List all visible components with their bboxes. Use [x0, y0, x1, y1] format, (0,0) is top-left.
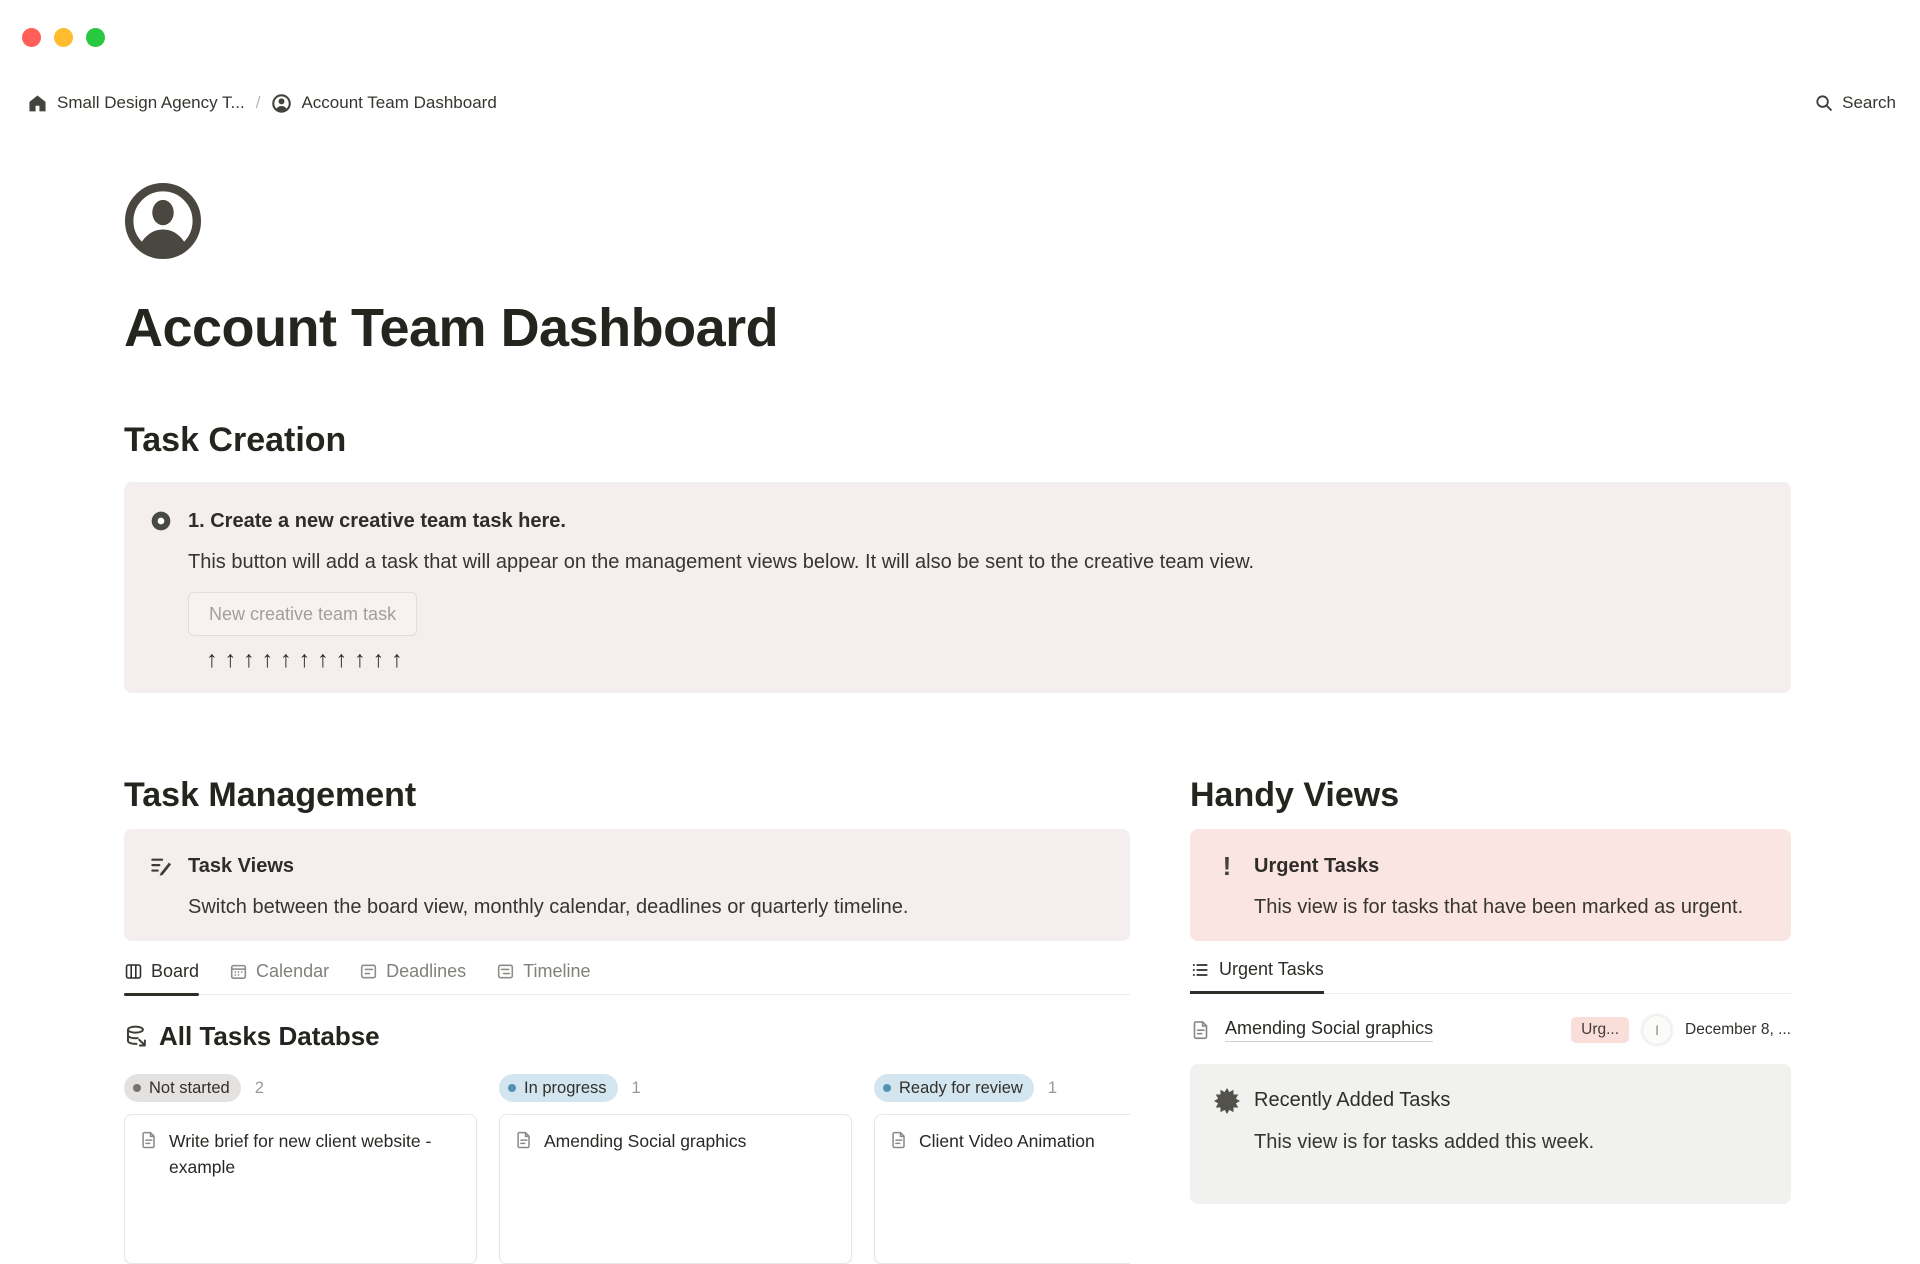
breadcrumb: Small Design Agency T... / Account Team … [27, 93, 497, 114]
urgent-tasks-callout-description: This view is for tasks that have been ma… [1254, 896, 1744, 918]
breadcrumb-workspace[interactable]: Small Design Agency T... [27, 93, 245, 114]
task-creation-callout-description: This button will add a task that will ap… [188, 551, 1255, 573]
handy-views-heading: Handy Views [1190, 776, 1400, 814]
breadcrumb-separator: / [255, 93, 261, 112]
view-tabs: Board Calendar Deadlines Timeline [124, 961, 1130, 996]
breadcrumb-page-label: Account Team Dashboard [301, 93, 497, 112]
task-card-title: Write brief for new client website - exa… [169, 1131, 432, 1177]
due-date: December 8, ... [1685, 1020, 1791, 1038]
zoom-window-button[interactable] [86, 28, 105, 47]
database-icon [124, 1024, 149, 1049]
task-views-title: Task Views [188, 854, 294, 877]
status-dot [508, 1084, 516, 1092]
status-pill-ready-for-review[interactable]: Ready for review [874, 1074, 1034, 1102]
database-title-toggle[interactable]: All Tasks Databse [124, 1021, 1130, 1052]
button-block-icon [148, 508, 174, 534]
breadcrumb-workspace-label: Small Design Agency T... [57, 93, 245, 112]
calendar-icon [229, 962, 248, 981]
person-circle-icon [271, 93, 292, 114]
urgent-task-row: Amending Social graphics Urg... I Decemb… [1190, 1008, 1791, 1052]
board-column-ready-for-review: Ready for review 1 Client Video Animatio… [874, 1074, 1130, 1264]
task-card-title: Client Video Animation [919, 1131, 1095, 1151]
task-views-description: Switch between the board view, monthly c… [188, 896, 909, 918]
task-creation-callout: 1. Create a new creative team task here.… [124, 482, 1791, 693]
column-count: 1 [631, 1078, 641, 1097]
task-card[interactable]: Client Video Animation [874, 1114, 1130, 1264]
urgent-tasks-callout: ! Urgent Tasks This view is for tasks th… [1190, 829, 1791, 941]
tab-timeline[interactable]: Timeline [496, 961, 591, 994]
exclamation-icon: ! [1222, 851, 1232, 881]
status-label: Ready for review [899, 1078, 1023, 1097]
column-count: 1 [1047, 1078, 1057, 1097]
new-creative-team-task-button[interactable]: New creative team task [188, 592, 418, 636]
task-card-title: Amending Social graphics [544, 1131, 747, 1151]
search-button[interactable]: Search [1814, 93, 1896, 113]
breadcrumb-page[interactable]: Account Team Dashboard [271, 93, 497, 114]
database-title: All Tasks Databse [159, 1021, 380, 1051]
page-avatar-icon[interactable] [124, 182, 202, 260]
recently-added-callout: Recently Added Tasks This view is for ta… [1190, 1063, 1791, 1204]
status-pill-not-started[interactable]: Not started [124, 1074, 241, 1102]
urgent-tag: Urg... [1571, 1016, 1630, 1043]
tab-deadlines[interactable]: Deadlines [359, 961, 466, 994]
tab-board-label: Board [151, 961, 200, 981]
column-count: 2 [254, 1078, 264, 1097]
top-bar: Small Design Agency T... / Account Team … [27, 86, 1896, 120]
up-arrows-decoration: ↑↑↑↑↑↑↑↑↑↑↑ [206, 646, 410, 672]
tab-calendar[interactable]: Calendar [229, 961, 329, 994]
task-management-section: Task Management Task Views Switch betwee… [124, 773, 1130, 1264]
search-label: Search [1842, 93, 1896, 112]
urgent-tasks-callout-title: Urgent Tasks [1254, 854, 1380, 877]
document-icon [1190, 1019, 1212, 1041]
list-view-icon [1190, 960, 1210, 980]
list-page-icon [359, 962, 378, 981]
handy-views-section: Handy Views ! Urgent Tasks This view is … [1190, 773, 1791, 1264]
recently-added-description: This view is for tasks added this week. [1254, 1130, 1595, 1153]
task-creation-callout-title: 1. Create a new creative team task here. [188, 509, 566, 532]
tab-calendar-label: Calendar [256, 961, 330, 981]
task-creation-heading: Task Creation [124, 421, 347, 459]
task-views-callout: Task Views Switch between the board view… [124, 829, 1130, 941]
urgent-task-link[interactable]: Amending Social graphics [1225, 1018, 1434, 1042]
search-icon [1814, 93, 1834, 113]
minimize-window-button[interactable] [54, 28, 73, 47]
board-column-in-progress: In progress 1 Amending Social graphics [499, 1074, 852, 1264]
board-column-not-started: Not started 2 Write brief for new client… [124, 1074, 477, 1264]
timeline-icon [496, 962, 515, 981]
compose-icon [148, 853, 174, 879]
status-dot [883, 1084, 891, 1092]
assignee-avatar: I [1642, 1014, 1673, 1045]
tab-urgent-tasks-label: Urgent Tasks [1219, 959, 1324, 979]
document-icon [514, 1130, 534, 1150]
tab-deadlines-label: Deadlines [386, 961, 467, 981]
tab-urgent-tasks[interactable]: Urgent Tasks [1190, 959, 1324, 994]
task-card[interactable]: Write brief for new client website - exa… [124, 1114, 477, 1264]
home-icon [27, 93, 48, 114]
kanban-board: Not started 2 Write brief for new client… [124, 1074, 1130, 1264]
status-dot [133, 1084, 141, 1092]
task-card[interactable]: Amending Social graphics [499, 1114, 852, 1264]
urgent-tasks-tab-row: Urgent Tasks [1190, 959, 1791, 994]
status-pill-in-progress[interactable]: In progress [499, 1074, 618, 1102]
recently-added-title: Recently Added Tasks [1254, 1089, 1451, 1111]
status-label: In progress [524, 1078, 607, 1097]
task-management-heading: Task Management [124, 776, 417, 814]
page-title: Account Team Dashboard [124, 298, 779, 358]
window-controls [22, 28, 105, 47]
document-icon [139, 1130, 159, 1150]
seal-icon [1214, 1087, 1240, 1114]
page-body: Account Team Dashboard Task Creation 1. … [124, 182, 1791, 1264]
document-icon [889, 1130, 909, 1150]
close-window-button[interactable] [22, 28, 41, 47]
tab-board[interactable]: Board [124, 961, 200, 996]
board-icon [124, 962, 143, 981]
tab-timeline-label: Timeline [523, 961, 591, 981]
status-label: Not started [149, 1078, 230, 1097]
